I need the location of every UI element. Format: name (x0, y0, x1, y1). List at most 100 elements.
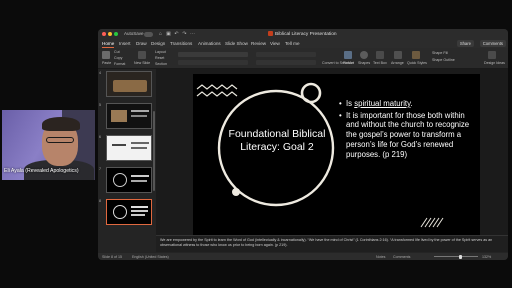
speaker-notes[interactable]: We are empowered by the Spirit to learn … (156, 235, 508, 252)
format-button[interactable]: Format (114, 62, 125, 66)
tab-review[interactable]: Review (251, 41, 266, 46)
notes-toggle-button[interactable]: Notes (376, 255, 385, 259)
picture-icon[interactable] (344, 51, 352, 59)
status-bar: Slide 8 of 15 English (United States) No… (98, 253, 508, 260)
presenter-hair (42, 117, 80, 131)
more-icon[interactable]: ⋯ (190, 31, 195, 37)
thumb-image (111, 110, 127, 122)
home-icon[interactable]: ⌂ (158, 31, 163, 37)
comments-button[interactable]: Comments (479, 40, 506, 47)
document-title-text: Biblical Literacy Presentation (275, 32, 337, 37)
shapes-icon[interactable] (360, 51, 368, 59)
thumbnail-scrollbar[interactable] (153, 111, 155, 191)
close-window-button[interactable] (102, 32, 106, 36)
redo-icon[interactable]: ↷ (182, 31, 187, 37)
arrange-icon[interactable] (394, 51, 402, 59)
tab-draw[interactable]: Draw (136, 41, 147, 46)
autosave-toggle[interactable] (144, 31, 153, 37)
save-icon[interactable]: ▣ (166, 31, 171, 37)
zoom-level[interactable]: 132% (482, 255, 491, 259)
zoom-slider-knob[interactable] (458, 254, 462, 259)
language-indicator[interactable]: English (United States) (132, 255, 169, 259)
slide-title[interactable]: Foundational Biblical Literacy: Goal 2 (220, 128, 334, 154)
thumb-text-line (131, 175, 149, 177)
bullet-item: It is important for those both within an… (339, 111, 475, 160)
zigzag-decoration (196, 91, 238, 97)
new-slide-icon[interactable] (138, 51, 146, 59)
current-slide[interactable]: Foundational Biblical Literacy: Goal 2 I… (193, 74, 480, 235)
zoom-window-button[interactable] (114, 32, 118, 36)
textbox-icon[interactable] (376, 51, 384, 59)
bullet-underlined-text: spiritual maturity (354, 99, 411, 108)
thumb-text-line (131, 142, 149, 144)
ribbon-toolbar: Paste Cut Copy Format New Slide Layout R… (98, 48, 508, 69)
design-ideas-icon[interactable] (488, 51, 496, 59)
slide-editor: Foundational Biblical Literacy: Goal 2 I… (156, 69, 508, 235)
tab-home[interactable]: Home (102, 41, 115, 48)
font-format-row[interactable] (178, 60, 248, 65)
shape-outline-button[interactable]: Shape Outline (432, 58, 455, 62)
share-button[interactable]: Share (456, 40, 474, 47)
new-slide-label: New Slide (134, 61, 151, 65)
slide-thumbnail[interactable] (106, 167, 152, 193)
autosave-label: AutoSave (124, 31, 144, 36)
thumb-text-line (112, 144, 126, 146)
quick-styles-icon[interactable] (412, 51, 420, 59)
thumb-circle (113, 173, 127, 187)
thumb-text-line (131, 110, 149, 112)
slide-counter: Slide 8 of 15 (102, 254, 122, 259)
undo-icon[interactable]: ↶ (174, 31, 179, 37)
accent-dot (232, 188, 240, 196)
shapes-label: Shapes (358, 61, 371, 65)
presenter-glasses (46, 137, 74, 143)
bullet-text: It is important for those both within an… (346, 110, 470, 159)
design-ideas-label: Design Ideas (484, 61, 505, 65)
thumb-number: 7 (99, 167, 101, 171)
font-name-box[interactable] (178, 52, 248, 57)
tab-transitions[interactable]: Transitions (170, 41, 192, 46)
thumb-number: 6 (99, 135, 101, 139)
tab-view[interactable]: View (270, 41, 280, 46)
paste-icon[interactable] (102, 51, 110, 59)
tab-tell-me[interactable]: Tell me (285, 41, 300, 46)
zoom-slider[interactable] (434, 256, 478, 257)
copy-button[interactable]: Copy (114, 56, 122, 60)
minimize-window-button[interactable] (108, 32, 112, 36)
bullet-text-end: . (410, 99, 413, 108)
tab-slide-show[interactable]: Slide Show (225, 41, 248, 46)
tab-design[interactable]: Design (151, 41, 165, 46)
thumb-number: 4 (99, 71, 101, 75)
slide-thumbnail[interactable] (106, 103, 152, 129)
paste-label: Paste (102, 61, 112, 65)
paragraph-row-2[interactable] (256, 60, 316, 65)
paragraph-row-1[interactable] (256, 52, 316, 57)
webcam-tile: Eli Ayala (Revealed Apologetics) (2, 110, 95, 180)
layout-button[interactable]: Layout (155, 50, 166, 54)
powerpoint-window: AutoSave ⌂ ▣ ↶ ↷ ⋯ Biblical Literacy Pre… (98, 29, 508, 260)
thumb-text-line (131, 210, 148, 212)
section-button[interactable]: Section (155, 62, 167, 66)
textbox-label: Text Box (373, 61, 387, 65)
thumb-circle (113, 205, 127, 219)
thumb-number: 5 (99, 103, 101, 107)
tab-animations[interactable]: Animations (198, 41, 221, 46)
comments-toggle-button[interactable]: Comments (393, 255, 410, 259)
thumb-text-line (131, 214, 145, 216)
shape-fill-button[interactable]: Shape Fill (432, 51, 448, 55)
zigzag-decoration (196, 84, 238, 90)
screen: Eli Ayala (Revealed Apologetics) AutoSav… (0, 0, 512, 288)
thumb-number: 8 (99, 199, 101, 203)
ribbon-tabs: Home Insert Draw Design Transitions Anim… (98, 39, 508, 48)
slide-thumbnail[interactable] (106, 135, 152, 161)
tab-insert[interactable]: Insert (119, 41, 131, 46)
slide-bullets[interactable]: Is spiritual maturity. It is important f… (339, 99, 475, 161)
bullet-item: Is spiritual maturity. (339, 99, 475, 109)
slide-thumbnail-selected[interactable] (106, 199, 152, 225)
thumbnail-pane: 4 5 6 7 8 (98, 69, 156, 253)
cut-button[interactable]: Cut (114, 50, 120, 54)
reset-button[interactable]: Reset (155, 56, 164, 60)
quick-styles-label: Quick Styles (407, 61, 427, 65)
thumb-text-line (131, 115, 147, 117)
slide-thumbnail[interactable] (106, 71, 152, 97)
bullet-text: Is (346, 99, 355, 108)
